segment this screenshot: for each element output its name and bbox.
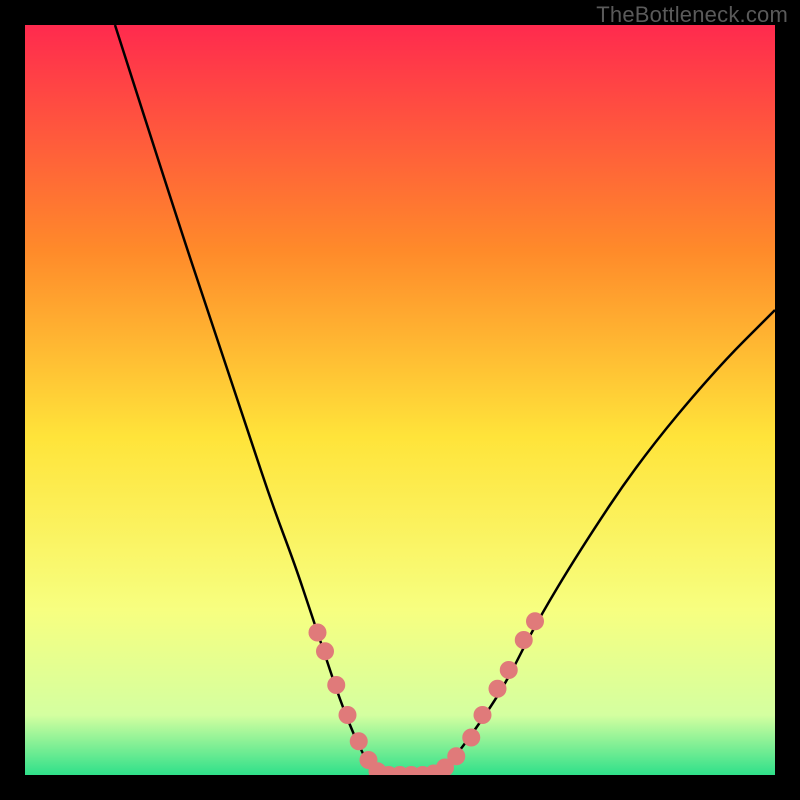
plot-svg bbox=[25, 25, 775, 775]
curve-marker bbox=[515, 631, 533, 649]
curve-marker bbox=[462, 729, 480, 747]
curve-marker bbox=[316, 642, 334, 660]
curve-marker bbox=[500, 661, 518, 679]
bottleneck-plot bbox=[25, 25, 775, 775]
gradient-background bbox=[25, 25, 775, 775]
curve-marker bbox=[327, 676, 345, 694]
curve-marker bbox=[350, 732, 368, 750]
curve-marker bbox=[489, 680, 507, 698]
curve-marker bbox=[447, 747, 465, 765]
curve-marker bbox=[309, 624, 327, 642]
watermark-text: TheBottleneck.com bbox=[596, 2, 788, 28]
curve-marker bbox=[339, 706, 357, 724]
curve-marker bbox=[474, 706, 492, 724]
chart-frame: TheBottleneck.com bbox=[0, 0, 800, 800]
curve-marker bbox=[526, 612, 544, 630]
